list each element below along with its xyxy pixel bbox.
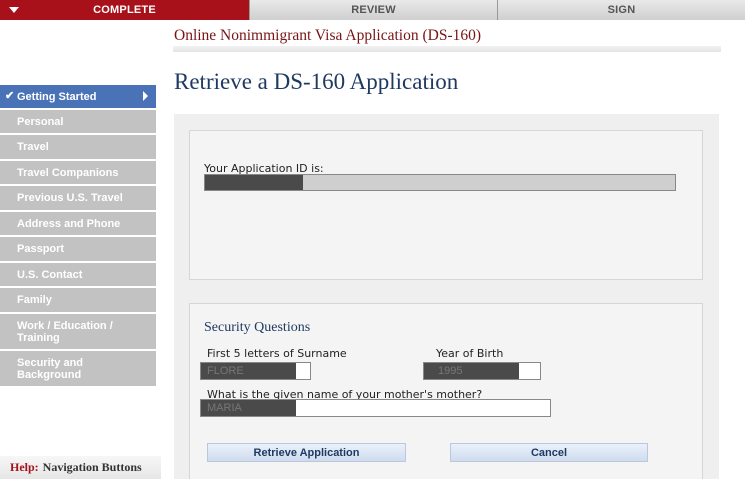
progress-step-label: COMPLETE bbox=[93, 4, 156, 16]
page-title: Retrieve a DS-160 Application bbox=[174, 69, 459, 94]
progress-step-sign[interactable]: SIGN bbox=[497, 0, 745, 20]
sidebar-item-label: Work / Education / Training bbox=[17, 319, 113, 344]
sidebar-item-label: Security and Background bbox=[17, 356, 84, 381]
year-of-birth-label: Year of Birth bbox=[436, 347, 504, 360]
app-title: Online Nonimmigrant Visa Application (DS… bbox=[174, 27, 482, 44]
sidebar-nav: ✔ Getting Started Personal Travel Travel… bbox=[0, 85, 156, 388]
help-link[interactable]: Navigation Buttons bbox=[43, 460, 142, 475]
chevron-down-icon bbox=[9, 7, 19, 13]
sidebar-item-label: Personal bbox=[17, 115, 64, 128]
help-box: Help: Navigation Buttons bbox=[0, 456, 161, 479]
sidebar-item-travel-companions[interactable]: Travel Companions bbox=[0, 161, 156, 186]
title-divider bbox=[173, 46, 721, 52]
sidebar-item-passport[interactable]: Passport bbox=[0, 237, 156, 263]
sidebar-item-label: Address and Phone bbox=[17, 217, 121, 230]
sidebar-item-travel[interactable]: Travel bbox=[0, 135, 156, 161]
sidebar-item-label: Getting Started bbox=[17, 90, 97, 103]
cancel-button[interactable]: Cancel bbox=[450, 443, 648, 462]
sidebar-item-label: U.S. Contact bbox=[17, 268, 83, 281]
help-label: Help: bbox=[10, 460, 39, 474]
sidebar-item-label: Passport bbox=[17, 243, 65, 255]
surname-value: FLORE bbox=[201, 363, 296, 379]
progress-step-label: SIGN bbox=[607, 4, 636, 16]
application-id-redaction bbox=[205, 175, 303, 190]
progress-bar: COMPLETE REVIEW SIGN bbox=[0, 0, 745, 20]
sidebar-item-label: Travel Companions bbox=[17, 166, 119, 179]
sidebar-item-work-education[interactable]: Work / Education / Training bbox=[0, 314, 156, 351]
sidebar-item-security-background[interactable]: Security and Background bbox=[0, 351, 156, 388]
sidebar-item-label: Travel bbox=[17, 141, 49, 153]
check-icon: ✔ bbox=[5, 90, 15, 102]
security-questions-title: Security Questions bbox=[204, 320, 311, 335]
sidebar-item-family[interactable]: Family bbox=[0, 288, 156, 314]
sidebar-item-personal[interactable]: Personal bbox=[0, 110, 156, 135]
sidebar-item-previous-us-travel[interactable]: Previous U.S. Travel bbox=[0, 186, 156, 212]
sidebar-item-getting-started[interactable]: ✔ Getting Started bbox=[0, 85, 156, 110]
mothers-mother-value: MARIA bbox=[201, 400, 296, 416]
application-id-panel bbox=[189, 130, 703, 280]
progress-step-complete[interactable]: COMPLETE bbox=[0, 0, 249, 20]
surname-label: First 5 letters of Surname bbox=[207, 347, 347, 360]
sidebar-item-us-contact[interactable]: U.S. Contact bbox=[0, 263, 156, 288]
sidebar-item-label: Previous U.S. Travel bbox=[17, 192, 123, 204]
progress-step-review[interactable]: REVIEW bbox=[249, 0, 497, 20]
retrieve-application-button[interactable]: Retrieve Application bbox=[207, 443, 406, 462]
sidebar-item-address-phone[interactable]: Address and Phone bbox=[0, 212, 156, 237]
chevron-right-icon bbox=[143, 91, 148, 101]
year-of-birth-value: 1995 bbox=[424, 363, 519, 379]
sidebar-item-label: Family bbox=[17, 294, 52, 306]
progress-step-label: REVIEW bbox=[351, 4, 396, 16]
